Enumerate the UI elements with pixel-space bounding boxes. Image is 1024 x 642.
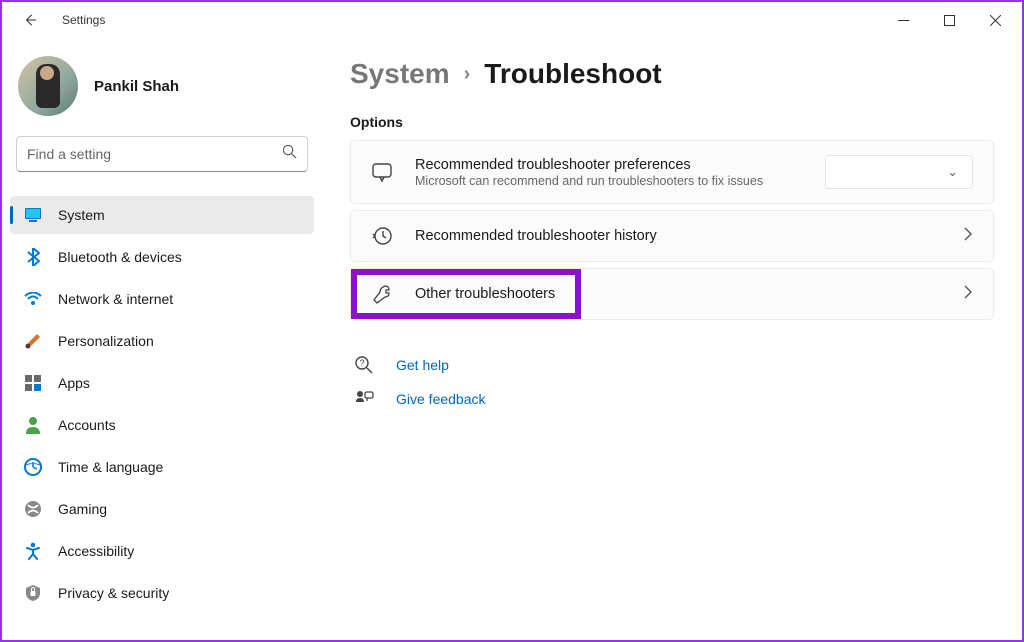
sidebar-item-privacy[interactable]: Privacy & security: [10, 574, 314, 612]
close-button[interactable]: [972, 4, 1018, 36]
back-button[interactable]: [14, 4, 46, 36]
feedback-icon: [354, 389, 374, 409]
person-icon: [24, 416, 42, 434]
sidebar-item-label: System: [58, 207, 105, 223]
sidebar-item-bluetooth[interactable]: Bluetooth & devices: [10, 238, 314, 276]
profile-section[interactable]: Pankil Shah: [10, 50, 314, 136]
card-title: Recommended troubleshooter preferences: [415, 157, 803, 173]
give-feedback-link[interactable]: Give feedback: [350, 382, 994, 416]
sidebar-item-label: Apps: [58, 375, 90, 391]
minimize-button[interactable]: [880, 4, 926, 36]
sidebar-item-label: Accessibility: [58, 543, 134, 559]
chat-bubble-icon: [371, 161, 393, 183]
window-title: Settings: [62, 13, 105, 27]
breadcrumb-parent[interactable]: System: [350, 58, 450, 90]
shield-icon: [24, 584, 42, 602]
profile-name: Pankil Shah: [94, 78, 179, 95]
globe-clock-icon: [24, 458, 42, 476]
svg-text:?: ?: [359, 358, 364, 368]
link-label: Give feedback: [396, 391, 486, 407]
sidebar-item-personalization[interactable]: Personalization: [10, 322, 314, 360]
sidebar-item-label: Network & internet: [58, 291, 173, 307]
chevron-right-icon: [963, 227, 973, 246]
breadcrumb-current: Troubleshoot: [484, 58, 661, 90]
link-label: Get help: [396, 357, 449, 373]
accessibility-icon: [24, 542, 42, 560]
sidebar-item-system[interactable]: System: [10, 196, 314, 234]
help-icon: ?: [354, 355, 374, 375]
sidebar-item-label: Bluetooth & devices: [58, 249, 182, 265]
chevron-down-icon: ⌄: [947, 164, 958, 180]
search-box[interactable]: [16, 136, 308, 172]
chevron-right-icon: [963, 285, 973, 304]
sidebar-item-label: Gaming: [58, 501, 107, 517]
sidebar-item-label: Personalization: [58, 333, 154, 349]
history-icon: [371, 225, 393, 247]
card-title: Recommended troubleshooter history: [415, 228, 941, 244]
search-icon: [282, 144, 297, 164]
card-other-troubleshooters[interactable]: Other troubleshooters: [350, 268, 994, 320]
sidebar-item-network[interactable]: Network & internet: [10, 280, 314, 318]
sidebar-item-label: Accounts: [58, 417, 116, 433]
system-icon: [24, 206, 42, 224]
section-heading: Options: [350, 114, 994, 130]
maximize-button[interactable]: [926, 4, 972, 36]
bluetooth-icon: [24, 248, 42, 266]
preferences-dropdown[interactable]: ⌄: [825, 155, 973, 189]
sidebar-nav: System Bluetooth & devices Network & int…: [10, 196, 314, 612]
wrench-icon: [371, 283, 393, 305]
apps-icon: [24, 374, 42, 392]
card-troubleshooter-history[interactable]: Recommended troubleshooter history: [350, 210, 994, 262]
paintbrush-icon: [24, 332, 42, 350]
card-subtitle: Microsoft can recommend and run troubles…: [415, 174, 803, 188]
get-help-link[interactable]: ? Get help: [350, 348, 994, 382]
search-input[interactable]: [27, 146, 282, 162]
xbox-icon: [24, 500, 42, 518]
sidebar-item-label: Privacy & security: [58, 585, 169, 601]
sidebar-item-accessibility[interactable]: Accessibility: [10, 532, 314, 570]
sidebar-item-gaming[interactable]: Gaming: [10, 490, 314, 528]
chevron-right-icon: ›: [464, 63, 471, 86]
sidebar-item-label: Time & language: [58, 459, 163, 475]
breadcrumb: System › Troubleshoot: [350, 58, 994, 90]
card-title: Other troubleshooters: [415, 286, 941, 302]
card-troubleshooter-preferences[interactable]: Recommended troubleshooter preferences M…: [350, 140, 994, 204]
sidebar-item-accounts[interactable]: Accounts: [10, 406, 314, 444]
sidebar-item-apps[interactable]: Apps: [10, 364, 314, 402]
wifi-icon: [24, 290, 42, 308]
sidebar-item-time[interactable]: Time & language: [10, 448, 314, 486]
avatar: [18, 56, 78, 116]
